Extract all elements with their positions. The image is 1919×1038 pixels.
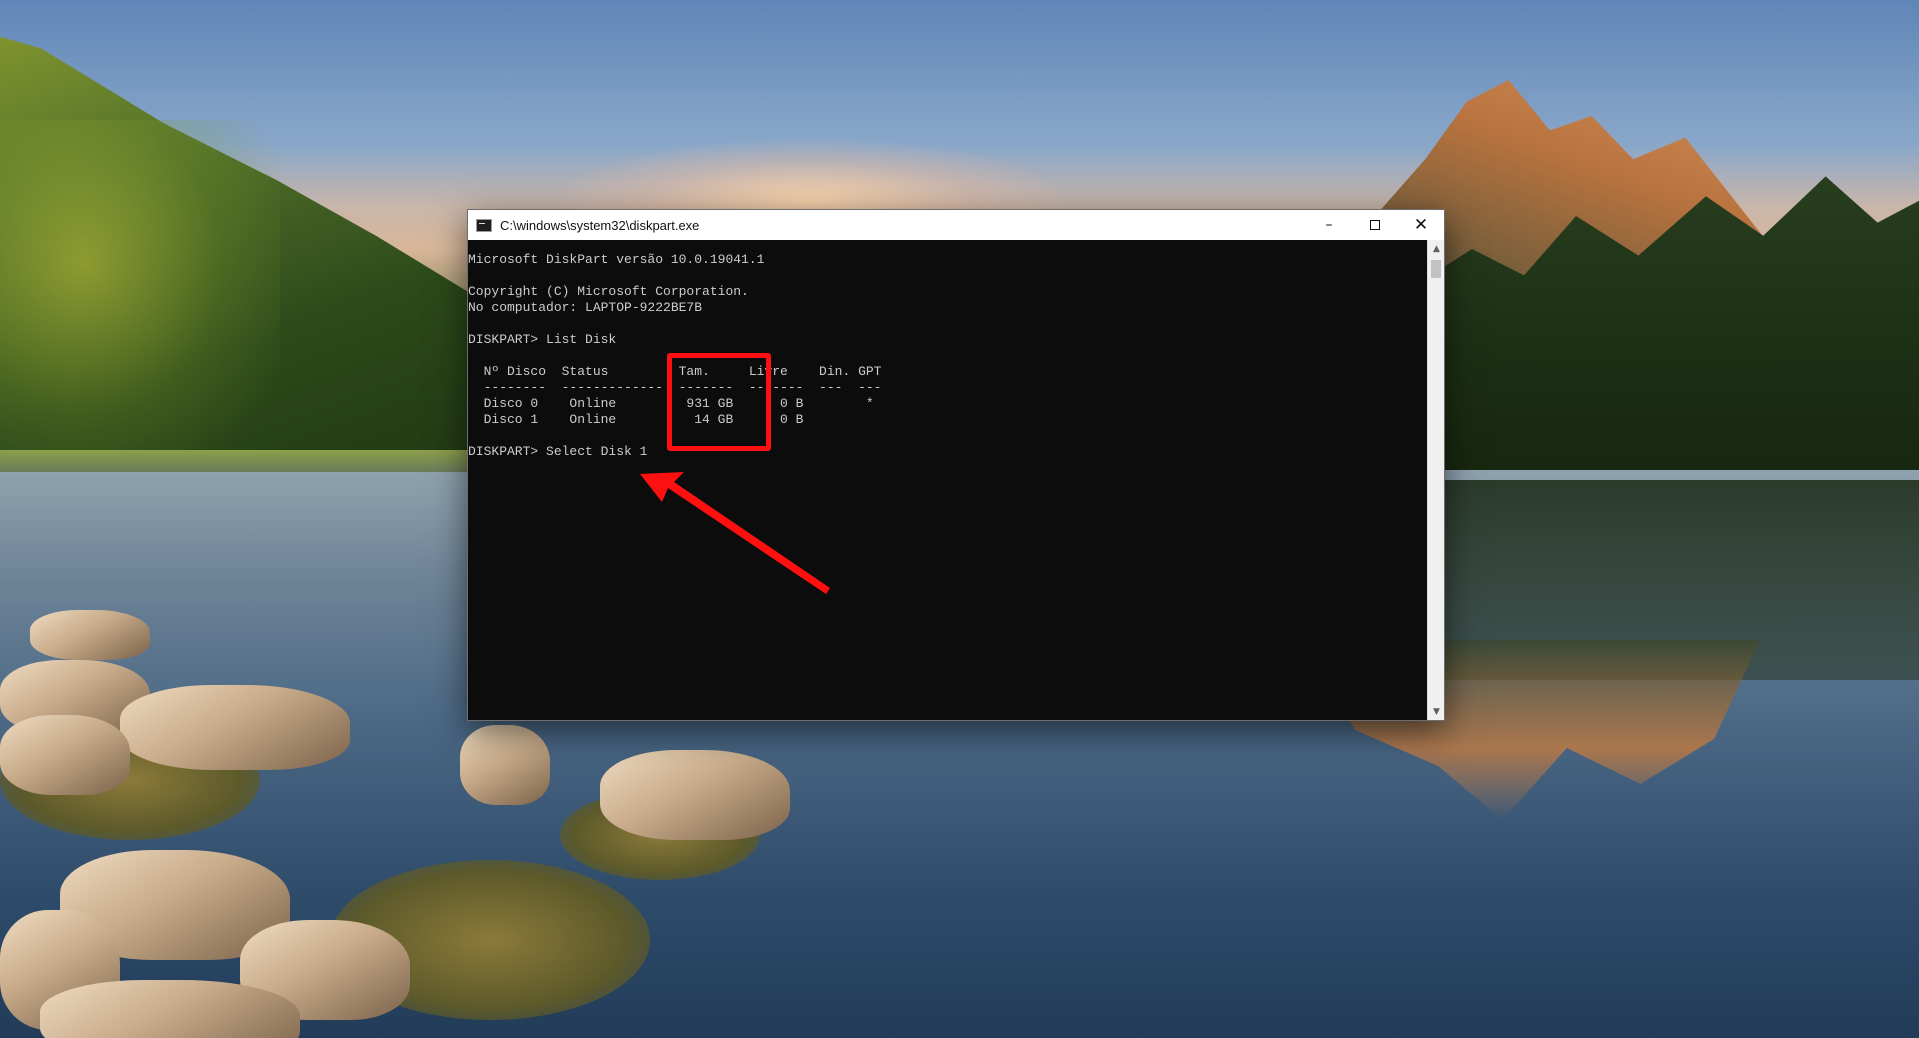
maximize-button[interactable] — [1352, 210, 1398, 240]
window-controls: – ✕ — [1306, 210, 1444, 240]
console-line: Copyright (C) Microsoft Corporation. — [468, 284, 749, 299]
console-line: DISKPART> Select Disk 1 — [468, 444, 648, 459]
console-line: Nº Disco Status Tam. Livre Din. GPT — [468, 364, 882, 379]
scroll-down-icon[interactable]: ▼ — [1428, 703, 1445, 720]
close-button[interactable]: ✕ — [1398, 210, 1444, 240]
wallpaper-shore — [0, 450, 470, 472]
console-output[interactable]: Microsoft DiskPart versão 10.0.19041.1 Co… — [468, 240, 1428, 720]
console-line: Microsoft DiskPart versão 10.0.19041.1 — [468, 252, 765, 267]
scroll-thumb[interactable] — [1431, 260, 1441, 278]
console-line: DISKPART> List Disk — [468, 332, 617, 347]
diskpart-console-window[interactable]: C:\windows\system32\diskpart.exe – ✕ Mic… — [467, 209, 1445, 721]
maximize-icon — [1370, 220, 1380, 230]
console-scrollbar[interactable]: ▲ ▼ — [1427, 240, 1444, 720]
console-line: Disco 1 Online 14 GB 0 B — [468, 412, 804, 427]
console-app-icon — [476, 218, 492, 232]
scroll-up-icon[interactable]: ▲ — [1428, 240, 1445, 257]
size-column-highlight-box — [667, 353, 771, 451]
wallpaper-hill-light — [0, 120, 280, 480]
minimize-button[interactable]: – — [1306, 210, 1352, 240]
console-line: Disco 0 Online 931 GB 0 B * — [468, 396, 874, 411]
minimize-icon: – — [1325, 217, 1333, 233]
window-titlebar[interactable]: C:\windows\system32\diskpart.exe – ✕ — [468, 210, 1444, 240]
close-icon: ✕ — [1413, 215, 1429, 235]
annotation-arrow-icon — [640, 472, 830, 594]
console-line: -------- ------------- ------- ------- -… — [468, 380, 882, 395]
window-title: C:\windows\system32\diskpart.exe — [500, 217, 700, 233]
console-line: No computador: LAPTOP-9222BE7B — [468, 300, 703, 315]
